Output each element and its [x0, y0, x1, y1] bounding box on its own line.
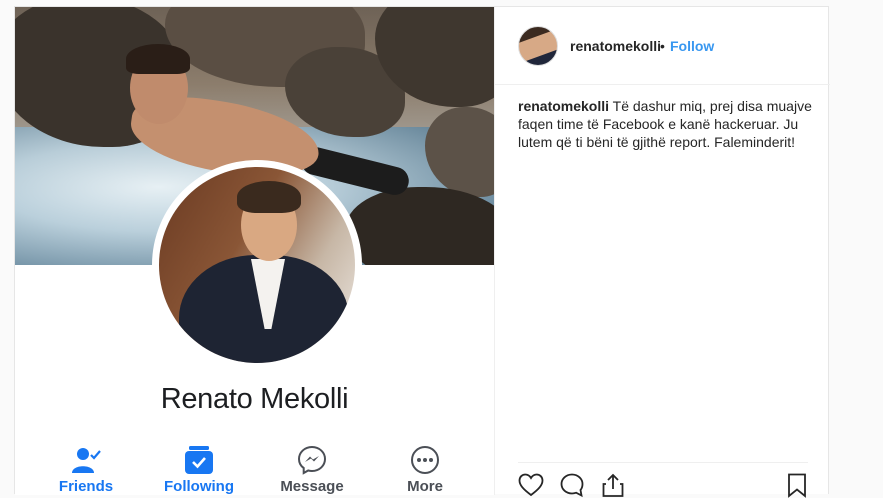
friends-icon [72, 448, 101, 473]
messenger-icon [297, 445, 327, 475]
following-icon [185, 446, 213, 474]
following-button[interactable]: Following [154, 445, 244, 495]
post-sidebar: renatomekolli • Follow renatomekolli Të … [494, 7, 830, 498]
comment-icon[interactable] [559, 472, 585, 498]
heart-icon[interactable] [518, 472, 544, 498]
more-label: More [407, 478, 443, 495]
bookmark-icon[interactable] [784, 472, 810, 498]
friends-button[interactable]: Friends [41, 445, 131, 495]
profile-name: Renato Mekolli [160, 383, 349, 415]
caption-username[interactable]: renatomekolli [518, 98, 609, 114]
author-username[interactable]: renatomekolli [570, 38, 661, 54]
message-button[interactable]: Message [267, 445, 357, 495]
share-icon[interactable] [600, 472, 626, 498]
author-avatar[interactable] [518, 26, 558, 66]
post-action-bar [518, 462, 810, 498]
post-caption: renatomekolli Të dashur miq, prej disa m… [518, 97, 813, 151]
more-button[interactable]: More [380, 445, 470, 495]
profile-picture [152, 160, 362, 370]
friends-label: Friends [58, 478, 114, 495]
instagram-post: Renato Mekolli Friends Following Message… [14, 6, 830, 498]
header-separator: • [660, 38, 665, 54]
more-icon [411, 446, 439, 474]
profile-actions: Friends Following Message More [15, 445, 494, 495]
message-label: Message [280, 478, 344, 495]
follow-button[interactable]: Follow [670, 38, 714, 54]
following-label: Following [164, 478, 234, 495]
post-header: renatomekolli • Follow [495, 7, 830, 85]
post-image[interactable]: Renato Mekolli Friends Following Message… [15, 7, 494, 495]
